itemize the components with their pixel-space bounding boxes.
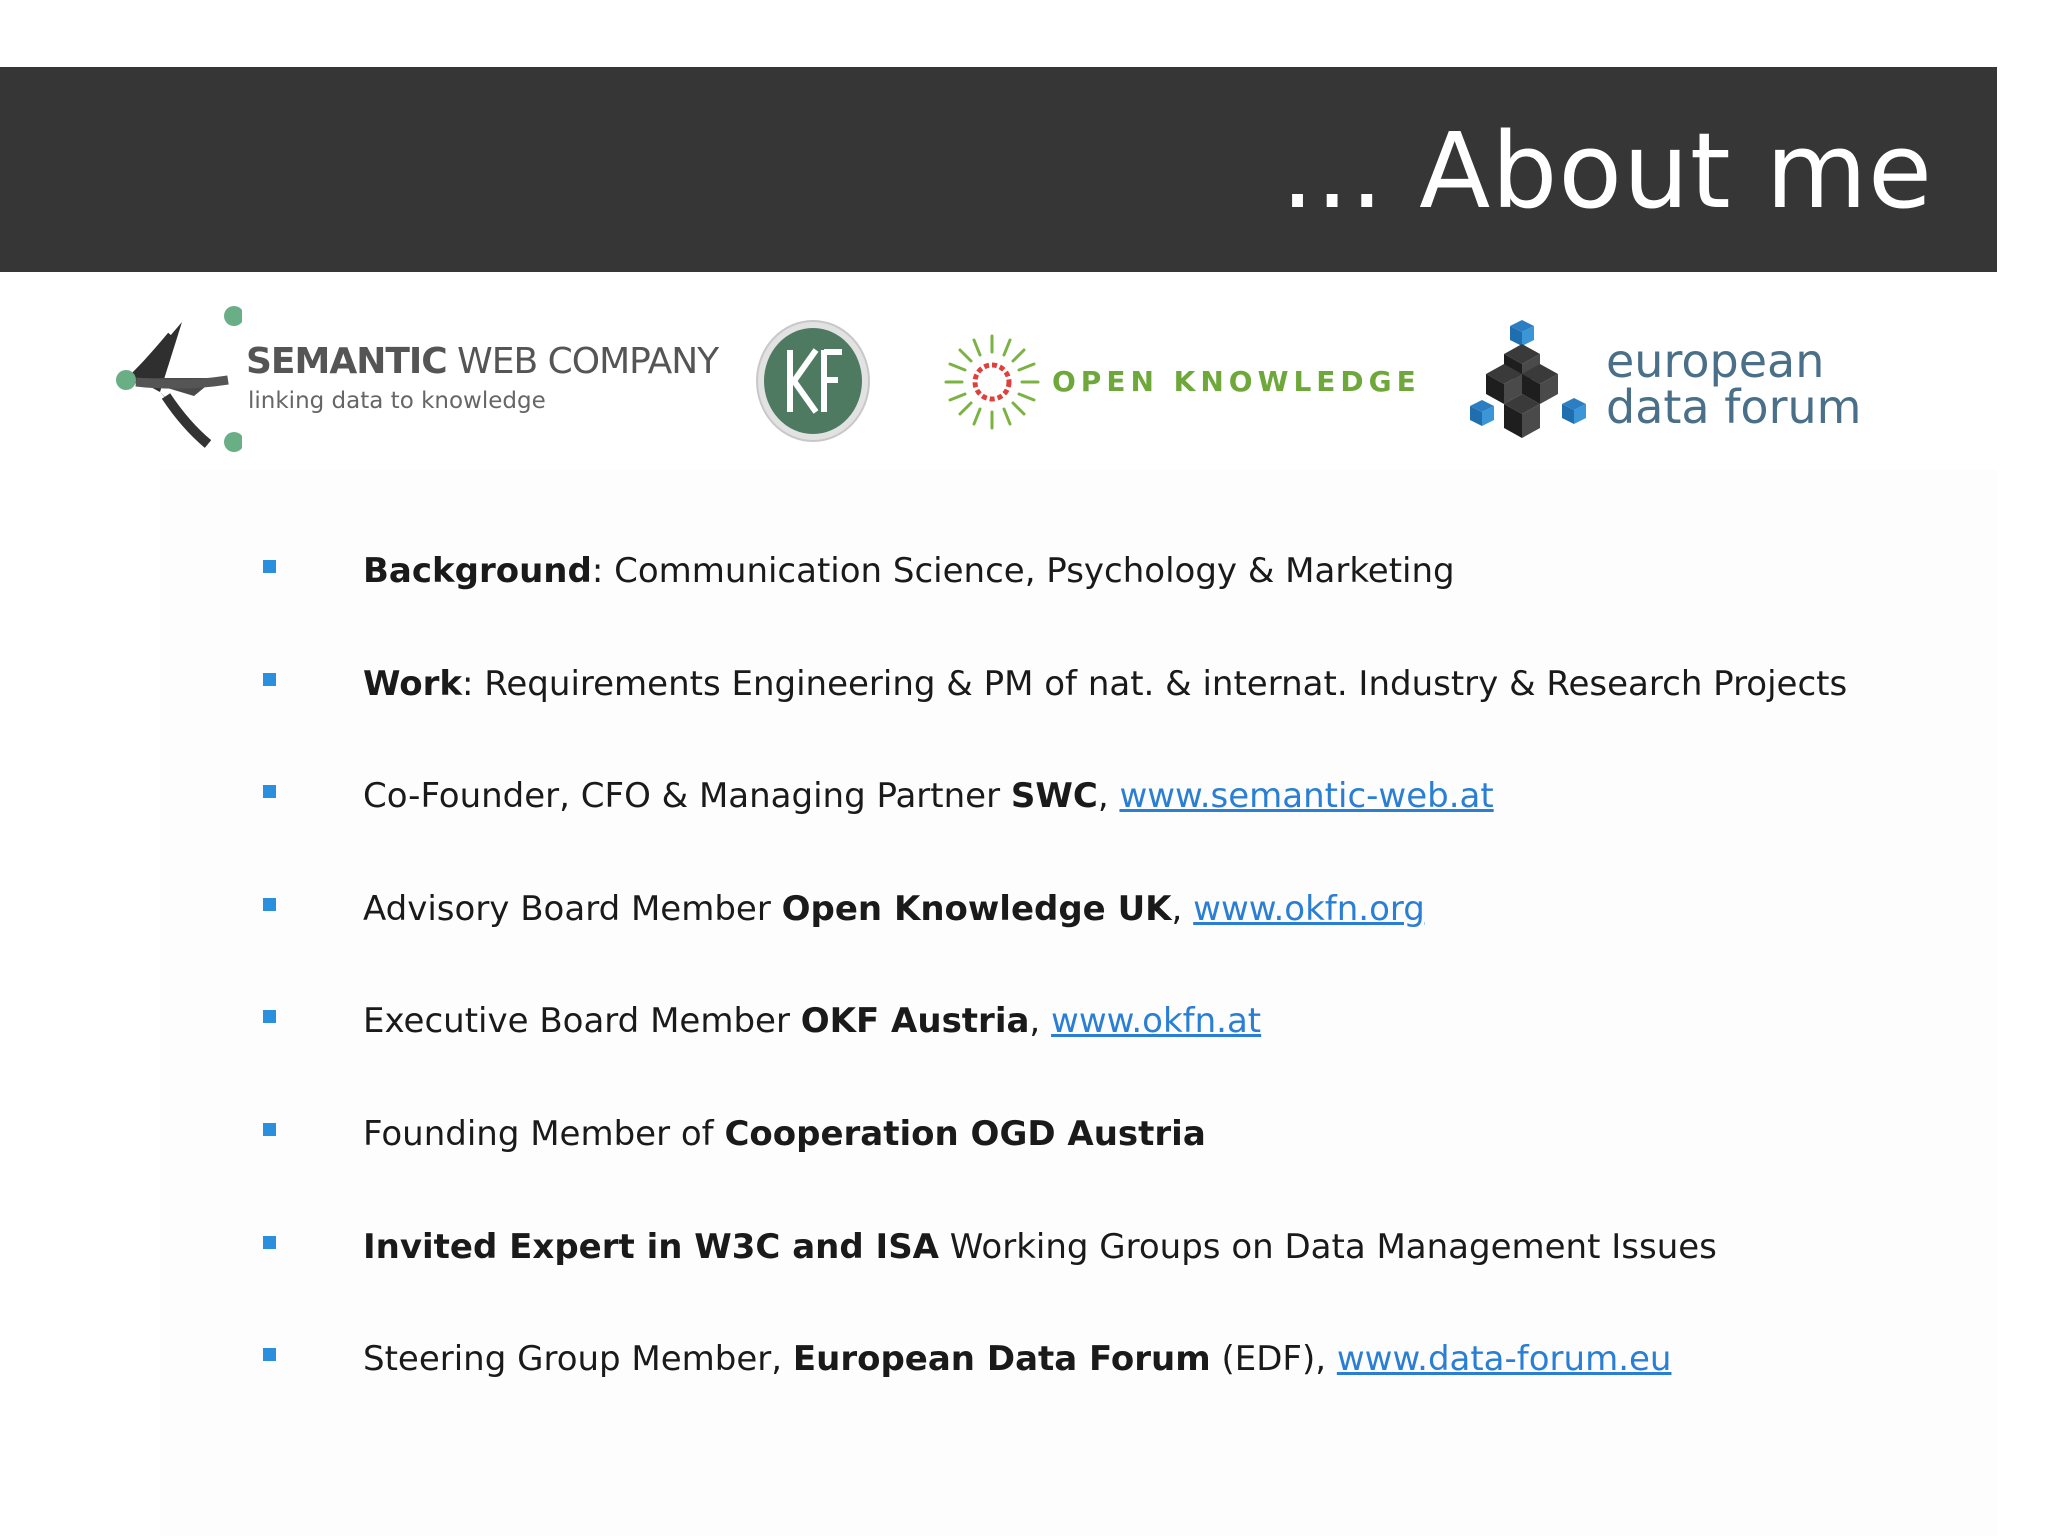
bullet-european-data-forum: Steering Group Member, European Data For… xyxy=(263,1336,1963,1396)
bullet-marker xyxy=(263,785,276,798)
bullet-work: Work: Requirements Engineering & PM of n… xyxy=(263,661,1963,721)
bullet-text: Steering Group Member, European Data For… xyxy=(363,1339,1672,1379)
bullet-marker xyxy=(263,1348,276,1361)
swc-logo-tagline: linking data to knowledge xyxy=(248,388,546,414)
okf-emblem-icon xyxy=(756,320,870,442)
okfn-at-link[interactable]: www.okfn.at xyxy=(1051,1001,1261,1041)
bullet-marker xyxy=(263,1123,276,1136)
bullet-swc: Co-Founder, CFO & Managing Partner SWC, … xyxy=(263,773,1963,833)
bullet-text: Founding Member of Cooperation OGD Austr… xyxy=(363,1114,1206,1154)
data-forum-link[interactable]: www.data-forum.eu xyxy=(1337,1339,1672,1379)
swc-logo-name: SEMANTIC WEB COMPANY xyxy=(246,341,719,382)
bullet-background: Background: Communication Science, Psych… xyxy=(263,548,1963,608)
bullet-marker xyxy=(263,673,276,686)
bullet-text: Advisory Board Member Open Knowledge UK,… xyxy=(363,889,1425,929)
bullet-cooperation-ogd: Founding Member of Cooperation OGD Austr… xyxy=(263,1111,1963,1171)
slide: … About me SEMANTIC WEB COMPANY linking … xyxy=(0,0,2048,1536)
edf-logo-text: european data forum xyxy=(1606,334,1862,434)
okf-logo xyxy=(754,318,872,444)
bullet-marker xyxy=(263,1236,276,1249)
bullet-open-knowledge-uk: Advisory Board Member Open Knowledge UK,… xyxy=(263,886,1963,946)
bullet-okf-austria: Executive Board Member OKF Austria, www.… xyxy=(263,998,1963,1058)
bullet-invited-expert: Invited Expert in W3C and ISA Working Gr… xyxy=(263,1224,1963,1284)
slide-title: … About me xyxy=(1280,110,1933,232)
bullet-text: Executive Board Member OKF Austria, www.… xyxy=(363,1001,1262,1041)
bullet-marker xyxy=(263,898,276,911)
bullet-text: Invited Expert in W3C and ISA Working Gr… xyxy=(363,1227,1717,1267)
edf-cubes-icon xyxy=(1470,320,1586,438)
open-knowledge-burst-icon xyxy=(944,334,1040,430)
bullet-text: Work: Requirements Engineering & PM of n… xyxy=(363,664,1848,704)
bullet-text: Background: Communication Science, Psych… xyxy=(363,551,1455,591)
open-knowledge-logo: OPEN KNOWLEDGE xyxy=(940,330,1416,434)
european-data-forum-logo: european data forum xyxy=(1456,314,1861,454)
bullet-marker xyxy=(263,1010,276,1023)
bullet-text: Co-Founder, CFO & Managing Partner SWC, … xyxy=(363,776,1494,816)
okfn-org-link[interactable]: www.okfn.org xyxy=(1193,889,1425,929)
open-knowledge-name: OPEN KNOWLEDGE xyxy=(1052,365,1421,398)
semantic-web-company-logo: SEMANTIC WEB COMPANY linking data to kno… xyxy=(112,300,719,460)
title-bar: … About me xyxy=(0,67,1997,272)
swc-emblem-icon xyxy=(116,306,242,452)
semantic-web-link[interactable]: www.semantic-web.at xyxy=(1119,776,1493,816)
bullet-marker xyxy=(263,560,276,573)
